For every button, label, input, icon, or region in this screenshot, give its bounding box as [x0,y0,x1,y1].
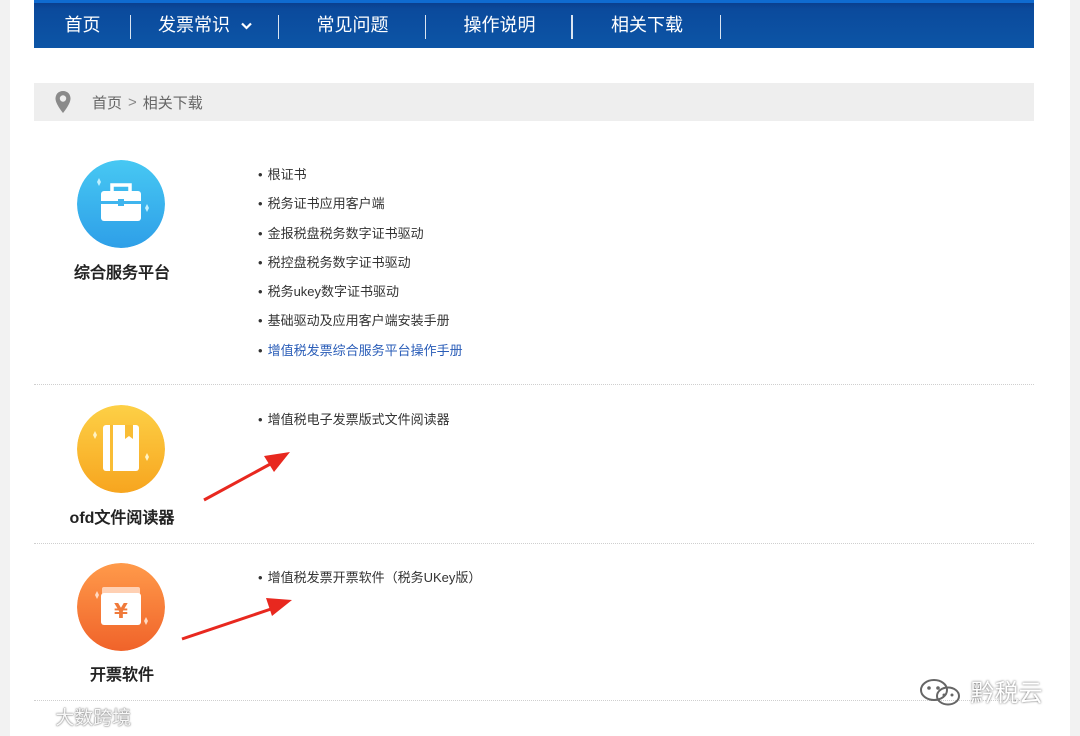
nav-item-invoice-knowledge[interactable]: 发票常识 [131,3,279,48]
breadcrumb-separator: > [128,93,137,111]
nav-item-label: 首页 [64,15,101,35]
nav-item-downloads[interactable]: 相关下载 [573,3,721,48]
top-nav-bar: 首页 发票常识 常见问题 操作说明 相关下载 [34,0,1034,48]
download-link[interactable]: 根证书 [258,166,463,195]
main-nav: 首页 发票常识 常见问题 操作说明 相关下载 [34,3,1034,48]
location-pin-icon [55,91,71,113]
nav-item-label: 操作说明 [463,15,536,35]
svg-text:¥: ¥ [114,599,128,623]
nav-item-label: 相关下载 [611,15,683,35]
download-link[interactable]: 增值税发票综合服务平台操作手册 [258,342,463,371]
download-link[interactable]: 税务ukey数字证书驱动 [258,283,463,312]
section-divider [34,384,1034,385]
download-list: 根证书 税务证书应用客户端 金报税盘税务数字证书驱动 税控盘税务数字证书驱动 税… [258,166,463,371]
download-link[interactable]: 税控盘税务数字证书驱动 [258,254,463,283]
nav-item-label: 发票常识 [157,15,230,35]
breadcrumb-current: 相关下载 [142,94,203,112]
section-title: 综合服务平台 [73,265,170,282]
section-divider [34,543,1034,544]
red-arrow-icon [181,598,292,641]
chevron-down-icon [241,4,252,48]
download-link[interactable]: 金报税盘税务数字证书驱动 [258,225,463,254]
section-divider [34,700,1034,701]
download-list: 增值税电子发票版式文件阅读器 [258,411,450,440]
wechat-icon [920,679,960,706]
section-title: ofd文件阅读器 [69,510,175,527]
download-link[interactable]: 税务证书应用客户端 [258,195,463,224]
book-icon [77,405,165,493]
watermark-text: 大数跨境 [55,708,132,729]
nav-item-instructions[interactable]: 操作说明 [426,3,573,48]
nav-divider [720,15,721,39]
red-arrow-icon [203,452,290,502]
watermark-right: 黔税云 [918,673,1043,708]
nav-item-home[interactable]: 首页 [34,3,131,48]
nav-item-faq[interactable]: 常见问题 [279,3,426,48]
invoice-yuan-icon: ¥ [77,563,165,651]
section-title: 开票软件 [89,667,154,684]
download-link[interactable]: 增值税电子发票版式文件阅读器 [258,411,450,440]
download-link[interactable]: 基础驱动及应用客户端安装手册 [258,312,463,341]
weibo-icon [13,709,50,720]
watermark-text: 黔税云 [970,680,1043,707]
briefcase-icon [77,160,165,248]
watermark-left: 大数跨境 [10,703,131,730]
nav-item-label: 常见问题 [316,15,389,35]
breadcrumb-home[interactable]: 首页 [92,92,122,113]
breadcrumb: 首页 > 相关下载 [34,83,1034,121]
